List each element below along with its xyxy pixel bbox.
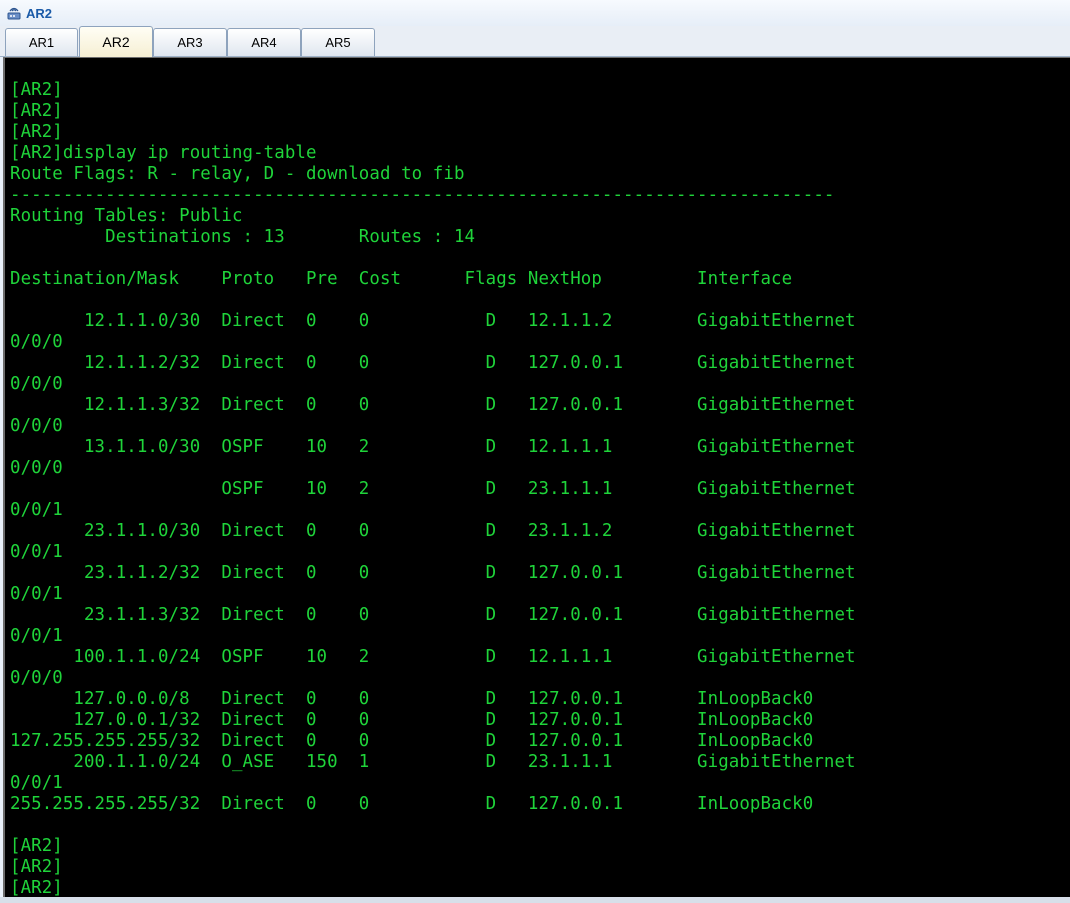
terminal-line: Routing Tables: Public	[10, 206, 243, 226]
tab-label: AR2	[102, 34, 130, 50]
tab-label: AR3	[177, 35, 203, 50]
tab-ar3[interactable]: AR3	[153, 28, 227, 56]
terminal-line: 0/0/0	[10, 668, 63, 688]
terminal-line: [AR2]display ip routing-table	[10, 143, 317, 163]
terminal-line: 100.1.1.0/24 OSPF 10 2 D 12.1.1.1 Gigabi…	[10, 647, 856, 667]
terminal-line: 23.1.1.3/32 Direct 0 0 D 127.0.0.1 Gigab…	[10, 605, 856, 625]
terminal-line: 13.1.1.0/30 OSPF 10 2 D 12.1.1.1 Gigabit…	[10, 437, 856, 457]
window-bottom-edge	[0, 897, 1070, 903]
terminal-line: OSPF 10 2 D 23.1.1.1 GigabitEthernet	[10, 479, 856, 499]
terminal-line: [AR2]	[10, 878, 63, 897]
terminal-line: 0/0/0	[10, 374, 63, 394]
title-bar: AR2	[0, 0, 1070, 26]
terminal-line: 127.255.255.255/32 Direct 0 0 D 127.0.0.…	[10, 731, 814, 751]
terminal-output: [AR2] [AR2] [AR2] [AR2]display ip routing-t…	[10, 80, 856, 897]
tab-ar1[interactable]: AR1	[5, 28, 78, 56]
terminal-line: 0/0/1	[10, 773, 63, 793]
terminal-line: 0/0/1	[10, 542, 63, 562]
terminal-console[interactable]: [AR2] [AR2] [AR2] [AR2]display ip routing-t…	[3, 57, 1070, 897]
terminal-line: [AR2]	[10, 122, 63, 142]
terminal-line: 0/0/1	[10, 584, 63, 604]
router-icon	[6, 5, 22, 21]
terminal-line: 12.1.1.3/32 Direct 0 0 D 127.0.0.1 Gigab…	[10, 395, 856, 415]
terminal-line: 0/0/0	[10, 332, 63, 352]
terminal-line: 23.1.1.0/30 Direct 0 0 D 23.1.1.2 Gigabi…	[10, 521, 856, 541]
terminal-line: Destination/Mask Proto Pre Cost Flags Ne…	[10, 269, 793, 289]
terminal-line: 255.255.255.255/32 Direct 0 0 D 127.0.0.…	[10, 794, 814, 814]
terminal-line: Destinations : 13 Routes : 14	[10, 227, 476, 247]
terminal-line: [AR2]	[10, 101, 63, 121]
terminal-line: ----------------------------------------…	[10, 185, 835, 205]
terminal-line: 0/0/1	[10, 626, 63, 646]
tab-label: AR4	[251, 35, 277, 50]
tab-label: AR5	[325, 35, 351, 50]
window-title: AR2	[26, 5, 53, 21]
terminal-line: 12.1.1.0/30 Direct 0 0 D 12.1.1.2 Gigabi…	[10, 311, 856, 331]
terminal-line: 12.1.1.2/32 Direct 0 0 D 127.0.0.1 Gigab…	[10, 353, 856, 373]
terminal-line: 127.0.0.1/32 Direct 0 0 D 127.0.0.1 InLo…	[10, 710, 814, 730]
app-window: AR2 AR1 AR2 AR3 AR4 AR5 [AR2] [AR2] [AR2][…	[0, 0, 1070, 903]
terminal-line: [AR2]	[10, 857, 63, 877]
terminal-line: 127.0.0.0/8 Direct 0 0 D 127.0.0.1 InLoo…	[10, 689, 814, 709]
tab-label: AR1	[28, 35, 55, 50]
terminal-line: 200.1.1.0/24 O_ASE 150 1 D 23.1.1.1 Giga…	[10, 752, 856, 772]
terminal-line: 23.1.1.2/32 Direct 0 0 D 127.0.0.1 Gigab…	[10, 563, 856, 583]
terminal-line: Route Flags: R - relay, D - download to …	[10, 164, 465, 184]
terminal-line: 0/0/0	[10, 416, 63, 436]
terminal-line: 0/0/0	[10, 458, 63, 478]
terminal-line: [AR2]	[10, 836, 63, 856]
tab-ar5[interactable]: AR5	[301, 28, 375, 56]
device-tab-bar: AR1 AR2 AR3 AR4 AR5	[0, 26, 1070, 57]
tab-ar4[interactable]: AR4	[227, 28, 301, 56]
terminal-line: [AR2]	[10, 80, 63, 100]
terminal-line: 0/0/1	[10, 500, 63, 520]
tab-ar2[interactable]: AR2	[79, 26, 153, 57]
